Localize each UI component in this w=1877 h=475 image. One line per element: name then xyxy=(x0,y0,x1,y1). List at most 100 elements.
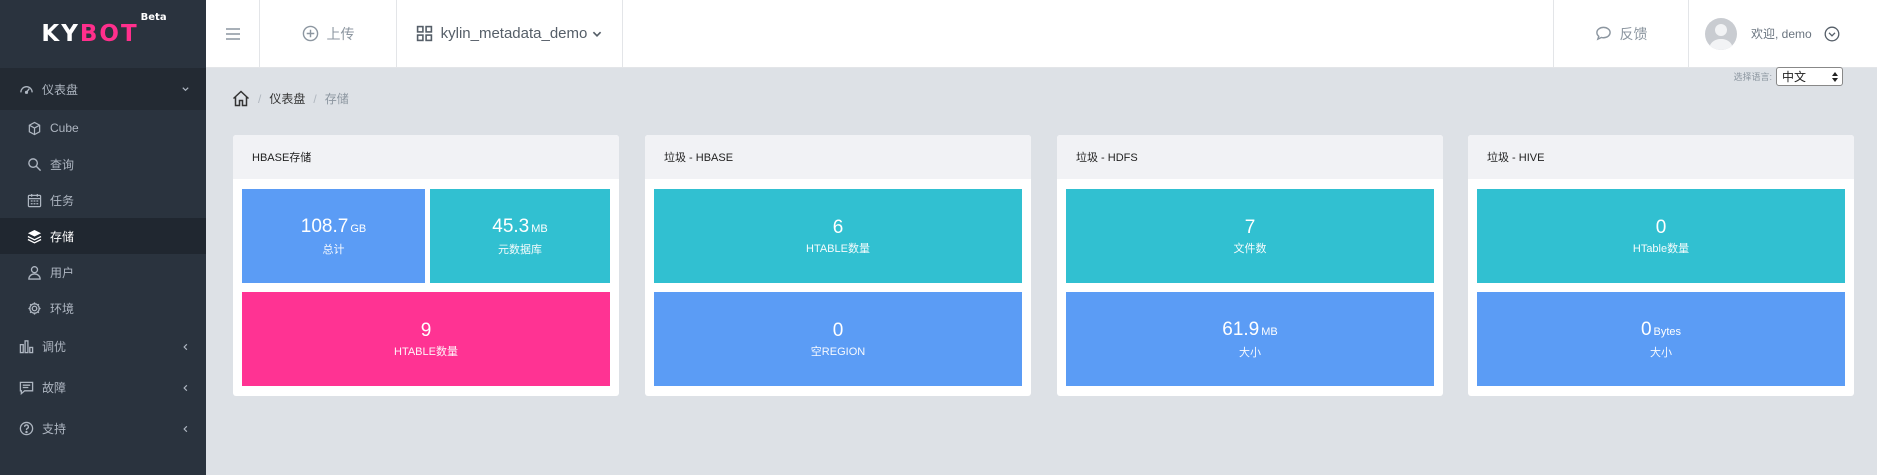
garbage-hdfs-files-tile: 7 文件数 xyxy=(1066,189,1434,283)
card-title: 垃圾 - HIVE xyxy=(1468,135,1854,179)
sidebar-item-label: 故障 xyxy=(42,381,67,395)
garbage-hdfs-size-label: 大小 xyxy=(1239,346,1261,359)
card-title: 垃圾 - HBASE xyxy=(645,135,1031,179)
sidebar-item-storage[interactable]: 存储 xyxy=(0,218,206,254)
hbase-metadata-value: 45.3 xyxy=(492,215,530,237)
garbage-hbase-region-label: 空REGION xyxy=(810,345,866,358)
garbage-hbase-htables-label: HTABLE数量 xyxy=(806,242,870,255)
user-icon xyxy=(26,264,42,280)
feedback-label: 反馈 xyxy=(1619,25,1648,42)
chat-bubble-icon xyxy=(1595,26,1611,41)
hbase-total-label: 总计 xyxy=(322,243,345,256)
garbage-hbase-htables-tile: 6 HTABLE数量 xyxy=(654,189,1022,283)
upload-label: 上传 xyxy=(326,25,355,42)
chevron-down-icon xyxy=(182,87,189,92)
grid-icon xyxy=(416,25,432,42)
garbage-hdfs-card: 垃圾 - HDFS 7 文件数 61.9 MB 大小 xyxy=(1057,135,1443,396)
hbase-storage-card: HBASE存储 108.7 GB 总计 45.3 MB 元数据库 9 HTABLE数… xyxy=(233,135,619,396)
hbase-total-unit: GB xyxy=(350,222,367,235)
logo[interactable]: KYBOTBeta xyxy=(0,0,206,68)
avatar xyxy=(1705,17,1737,50)
garbage-hive-size-value: 0 xyxy=(1640,318,1652,340)
topbar: 上传 kylin_metadata_demo 反馈 欢迎, demo xyxy=(206,0,1877,68)
language-select[interactable]: 中文 xyxy=(1776,67,1843,86)
hbase-htables-value: 9 xyxy=(420,319,432,341)
user-greeting: 欢迎, demo xyxy=(1751,27,1812,41)
chevron-left-icon xyxy=(183,343,188,350)
language-selector: 选择语言: 中文 xyxy=(1733,67,1843,86)
beta-badge: Beta xyxy=(140,12,167,24)
sidebar-item-dashboard[interactable]: 仪表盘 xyxy=(0,68,206,110)
sidebar-item-cube[interactable]: Cube xyxy=(0,110,206,146)
upload-button[interactable]: 上传 xyxy=(260,0,397,67)
sidebar: KYBOTBeta 仪表盘 Cube 查询 任务 存储 用户 环境 调优 故障 … xyxy=(0,0,206,475)
hbase-metadata-tile: 45.3 MB 元数据库 xyxy=(430,189,610,283)
chevron-left-icon xyxy=(183,384,188,391)
home-icon[interactable] xyxy=(232,90,250,107)
feedback-button[interactable]: 反馈 xyxy=(1553,0,1689,67)
sidebar-item-label: 环境 xyxy=(50,301,75,316)
sidebar-item-query[interactable]: 查询 xyxy=(0,146,206,182)
sidebar-item-jobs[interactable]: 任务 xyxy=(0,182,206,218)
logo-text-ky: KY xyxy=(41,21,80,47)
chevron-left-icon xyxy=(183,425,188,432)
sidebar-item-label: 用户 xyxy=(50,265,75,280)
menu-toggle-button[interactable] xyxy=(206,0,260,67)
sidebar-item-environment[interactable]: 环境 xyxy=(0,290,206,326)
garbage-hive-size-label: 大小 xyxy=(1650,346,1672,359)
sidebar-item-label: 调优 xyxy=(42,340,67,354)
garbage-hbase-card: 垃圾 - HBASE 6 HTABLE数量 0 空REGION xyxy=(645,135,1031,396)
sidebar-item-label: 存储 xyxy=(50,229,75,244)
card-title: HBASE存储 xyxy=(233,135,619,179)
chevron-down-icon xyxy=(593,31,602,37)
project-name: kylin_metadata_demo xyxy=(440,25,588,42)
hbase-htables-tile: 9 HTABLE数量 xyxy=(242,292,610,386)
hbase-metadata-unit: MB xyxy=(531,222,548,235)
sidebar-item-label: 任务 xyxy=(50,193,75,208)
garbage-hdfs-files-value: 7 xyxy=(1244,216,1256,238)
sidebar-item-label: Cube xyxy=(50,121,79,135)
language-value: 中文 xyxy=(1782,70,1807,84)
search-icon xyxy=(26,156,42,172)
sidebar-item-support[interactable]: 支持 xyxy=(0,408,206,449)
sidebar-item-faults[interactable]: 故障 xyxy=(0,367,206,408)
sidebar-item-label: 仪表盘 xyxy=(42,82,79,97)
garbage-hbase-region-value: 0 xyxy=(832,319,844,341)
gear-icon xyxy=(26,300,42,316)
garbage-hive-card: 垃圾 - HIVE 0 HTable数量 0 Bytes 大小 xyxy=(1468,135,1854,396)
garbage-hive-size-tile: 0 Bytes 大小 xyxy=(1477,292,1845,386)
comment-icon xyxy=(18,380,34,396)
dashboard-icon xyxy=(18,81,34,97)
garbage-hdfs-size-unit: MB xyxy=(1261,325,1278,338)
sidebar-item-label: 支持 xyxy=(42,422,67,436)
hamburger-icon xyxy=(225,27,240,40)
sidebar-item-label: 查询 xyxy=(50,157,75,172)
garbage-hive-htables-tile: 0 HTable数量 xyxy=(1477,189,1845,283)
garbage-hdfs-files-label: 文件数 xyxy=(1233,242,1267,255)
project-selector[interactable]: kylin_metadata_demo xyxy=(397,0,623,67)
garbage-hbase-region-tile: 0 空REGION xyxy=(654,292,1022,386)
sidebar-item-tuning[interactable]: 调优 xyxy=(0,326,206,367)
language-label: 选择语言: xyxy=(1733,72,1772,82)
hbase-total-value: 108.7 xyxy=(300,215,349,237)
hbase-total-tile: 108.7 GB 总计 xyxy=(242,189,425,283)
calendar-icon xyxy=(26,192,42,208)
hbase-htables-label: HTABLE数量 xyxy=(394,345,458,358)
user-menu[interactable]: 欢迎, demo xyxy=(1689,0,1877,67)
cube-icon xyxy=(26,120,42,136)
chevron-down-circle-icon xyxy=(1824,26,1840,41)
garbage-hive-htables-value: 0 xyxy=(1655,216,1667,238)
garbage-hdfs-size-tile: 61.9 MB 大小 xyxy=(1066,292,1434,386)
garbage-hdfs-size-value: 61.9 xyxy=(1222,318,1260,340)
garbage-hive-htables-label: HTable数量 xyxy=(1632,242,1690,255)
garbage-hive-size-unit: Bytes xyxy=(1653,325,1682,338)
logo-text-bot: BOT xyxy=(79,21,139,47)
plus-circle-icon xyxy=(302,25,318,42)
bar-chart-icon xyxy=(18,339,34,355)
card-title: 垃圾 - HDFS xyxy=(1057,135,1443,179)
breadcrumb-dashboard[interactable]: 仪表盘 xyxy=(269,90,305,107)
help-icon xyxy=(18,421,34,437)
sidebar-item-users[interactable]: 用户 xyxy=(0,254,206,290)
layers-icon xyxy=(26,228,42,244)
select-arrows-icon xyxy=(1832,71,1838,82)
